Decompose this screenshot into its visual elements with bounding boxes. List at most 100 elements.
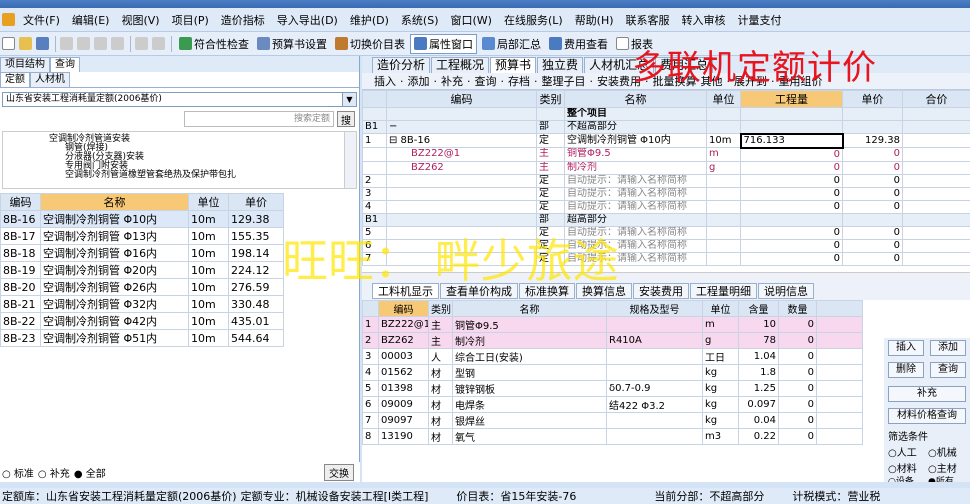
menu-payment[interactable]: 计量支付 xyxy=(732,12,788,28)
table-row[interactable]: 6 09009 材电焊条 结422 Φ3.2 kg 0.097 0 xyxy=(362,395,863,413)
table-row[interactable]: 2 定自动提示：请输入名称简称 0 0 xyxy=(362,173,970,188)
copy-icon[interactable] xyxy=(77,37,90,50)
table-row[interactable]: 8B-17 空调制冷剂铜管 Φ13内 10m 155.35 xyxy=(0,227,284,245)
table-row[interactable]: 3 定自动提示：请输入名称简称 0 0 xyxy=(362,186,970,201)
cell-quantity[interactable]: 0 xyxy=(740,199,843,214)
add-menu[interactable]: 添加 xyxy=(408,73,430,89)
table-row[interactable]: 5 01398 材镀锌钢板 δ0.7-0.9 kg 1.25 0 xyxy=(362,379,863,397)
menu-review[interactable]: 转入审核 xyxy=(676,12,732,28)
insert-menu[interactable]: 插入 xyxy=(374,73,396,89)
menu-index[interactable]: 造价指标 xyxy=(215,12,271,28)
cell-quantity[interactable]: 0 xyxy=(740,238,843,253)
undo-icon[interactable] xyxy=(135,37,148,50)
menu-online[interactable]: 在线服务(L) xyxy=(498,12,569,28)
delete-button[interactable]: 删除 xyxy=(888,362,924,378)
table-row[interactable]: 4 定自动提示：请输入名称简称 0 0 xyxy=(362,199,970,214)
tab-project-structure[interactable]: 项目结构 xyxy=(0,57,50,72)
tab-budget[interactable]: 预算书 xyxy=(490,57,537,73)
table-row[interactable]: 8B-22 空调制冷剂铜管 Φ42内 10m 435.01 xyxy=(0,312,284,330)
menu-edit[interactable]: 编辑(E) xyxy=(66,12,116,28)
tab-query[interactable]: 查询 xyxy=(50,57,80,72)
menu-view[interactable]: 视图(V) xyxy=(115,12,165,28)
cell-quantity[interactable]: 0 xyxy=(740,251,843,266)
cell-quantity[interactable]: 0 xyxy=(740,186,843,201)
tab-overview[interactable]: 工程概况 xyxy=(431,57,490,73)
redo-icon[interactable] xyxy=(152,37,165,50)
tab-labor-material[interactable]: 人材机 xyxy=(30,72,70,87)
tree-node[interactable]: 空调制冷剂管道安装 xyxy=(9,135,350,144)
table-row[interactable]: 整个项目 xyxy=(362,107,970,121)
table-row[interactable]: 8B-18 空调制冷剂铜管 Φ16内 10m 198.14 xyxy=(0,244,284,262)
menu-window[interactable]: 窗口(W) xyxy=(445,12,498,28)
search-input[interactable]: 搜索定额 xyxy=(184,111,334,127)
supplement-button[interactable]: 补充 xyxy=(888,386,966,402)
table-row[interactable]: B1− 部不超高部分 xyxy=(362,120,970,134)
delete-icon[interactable] xyxy=(111,37,124,50)
table-row[interactable]: 1 ⊟ 8B-16 定空调制冷剂铜管 Φ10内 10m 716.133 129.38 xyxy=(362,132,970,149)
filter-main-material-radio[interactable]: ○主材 xyxy=(928,460,957,475)
cost-view-button[interactable]: 费用查看 xyxy=(546,34,611,54)
query-button[interactable]: 查询 xyxy=(930,362,966,378)
tab-quota[interactable]: 定额 xyxy=(0,72,30,87)
filter-labor-radio[interactable]: ○人工 xyxy=(888,444,917,459)
tab-install-fee[interactable]: 安装费用 xyxy=(633,282,689,299)
tab-description[interactable]: 说明信息 xyxy=(758,282,814,299)
filter-equipment-radio[interactable]: ○设备 xyxy=(888,474,914,482)
menu-system[interactable]: 系统(S) xyxy=(395,12,445,28)
table-row[interactable]: 8B-21 空调制冷剂铜管 Φ32内 10m 330.48 xyxy=(0,295,284,313)
table-row[interactable]: BZ262 主制冷剂 g 0 0 xyxy=(362,160,970,175)
organize-menu[interactable]: 整理子目 xyxy=(542,73,586,89)
budget-settings-button[interactable]: 预算书设置 xyxy=(254,34,330,54)
menu-support[interactable]: 联系客服 xyxy=(620,12,676,28)
tree-node[interactable]: 分液器(分支器)安装 xyxy=(9,153,350,162)
table-row[interactable]: 8 13190 材氧气 m3 0.22 0 xyxy=(362,427,863,445)
insert-button[interactable]: 插入 xyxy=(888,340,924,356)
radio-all[interactable]: ● 全部 xyxy=(74,465,106,480)
table-row[interactable]: 8B-23 空调制冷剂铜管 Φ51内 10m 544.64 xyxy=(0,329,284,347)
menu-file[interactable]: 文件(F) xyxy=(17,12,66,28)
tree-node[interactable]: 钢管(焊接) xyxy=(9,144,350,153)
filter-all-radio[interactable]: ●所有 xyxy=(928,474,954,482)
cell-quantity[interactable]: 716.133 xyxy=(739,132,844,149)
table-row[interactable]: 8B-16 空调制冷剂铜管 Φ10内 10m 129.38 xyxy=(0,210,284,228)
table-row[interactable]: 4 01562 材型钢 kg 1.8 0 xyxy=(362,363,863,381)
query-menu[interactable]: 查询 xyxy=(475,73,497,89)
menu-import[interactable]: 导入导出(D) xyxy=(271,12,344,28)
menu-project[interactable]: 项目(P) xyxy=(166,12,215,28)
table-row[interactable]: 8B-19 空调制冷剂铜管 Φ20内 10m 224.12 xyxy=(0,261,284,279)
table-row[interactable]: BZ222@1 主铜管Φ9.5 m 0 0 xyxy=(362,147,970,162)
table-row[interactable]: 3 00003 人综合工日(安装) 工日 1.04 0 xyxy=(362,347,863,365)
table-row[interactable]: 8B-20 空调制冷剂铜管 Φ26内 10m 276.59 xyxy=(0,278,284,296)
tab-quantity-detail[interactable]: 工程量明细 xyxy=(690,282,757,299)
archive-menu[interactable]: 存档 xyxy=(508,73,530,89)
cell-quantity[interactable] xyxy=(740,107,843,121)
compliance-check-button[interactable]: 符合性检查 xyxy=(176,34,252,54)
paste-icon[interactable] xyxy=(94,37,107,50)
new-icon[interactable] xyxy=(2,37,15,50)
menu-maintain[interactable]: 维护(D) xyxy=(344,12,395,28)
radio-standard[interactable]: ○ 标准 xyxy=(2,465,34,480)
quota-tree[interactable]: 空调制冷剂管道安装 钢管(焊接) 分液器(分支器)安装 专用阀门附安装 空调制冷… xyxy=(2,131,357,189)
menu-help[interactable]: 帮助(H) xyxy=(569,12,620,28)
cut-icon[interactable] xyxy=(60,37,73,50)
cell-quantity[interactable]: 0 xyxy=(740,225,843,240)
table-row[interactable]: 1 BZ222@1 主铜管Φ9.5 m 10 0 xyxy=(362,315,863,333)
cell-quantity[interactable] xyxy=(740,120,843,134)
tab-independent-fee[interactable]: 独立费 xyxy=(537,57,584,73)
cell-quantity[interactable]: 0 xyxy=(740,147,843,162)
add-button[interactable]: 添加 xyxy=(930,340,966,356)
table-row[interactable]: 2 BZ262 主制冷剂 R410A g 78 0 xyxy=(362,331,863,349)
partial-summary-button[interactable]: 局部汇总 xyxy=(479,34,544,54)
cell-quantity[interactable]: 0 xyxy=(740,160,843,175)
quota-library-select[interactable]: 山东省安装工程消耗量定额(2006基价) ▼ xyxy=(2,92,357,107)
tree-node[interactable]: 空调制冷剂管道橡塑管套绝热及保护带包扎 xyxy=(9,171,350,180)
material-price-query-button[interactable]: 材料价格查询 xyxy=(888,408,966,424)
chevron-down-icon[interactable]: ▼ xyxy=(342,93,356,106)
cell-quantity[interactable] xyxy=(740,212,843,227)
filter-material-radio[interactable]: ○材料 xyxy=(888,460,917,475)
radio-supplement[interactable]: ○ 补充 xyxy=(38,465,70,480)
switch-price-button[interactable]: 切换价目表 xyxy=(332,34,408,54)
swap-button[interactable]: 交换 xyxy=(324,463,354,481)
table-row[interactable]: 7 09097 材银焊丝 kg 0.04 0 xyxy=(362,411,863,429)
search-button[interactable]: 搜 xyxy=(337,111,355,127)
